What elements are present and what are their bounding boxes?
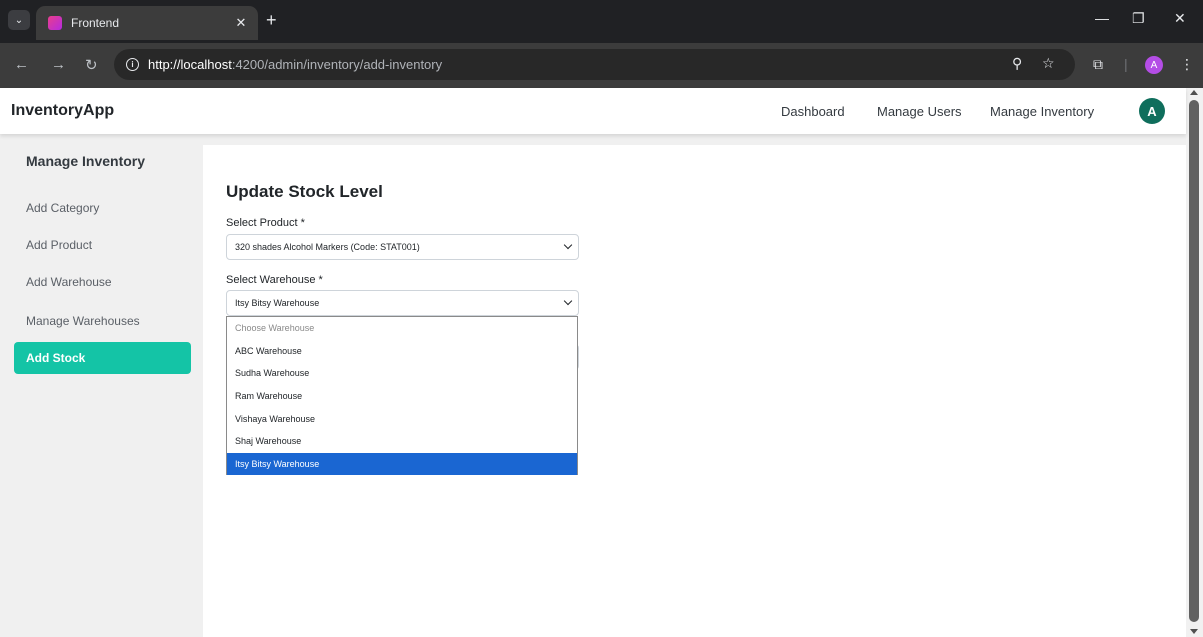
warehouse-option[interactable]: Ram Warehouse: [227, 385, 577, 408]
new-tab-icon[interactable]: +: [266, 11, 277, 29]
sidebar-title: Manage Inventory: [26, 153, 146, 169]
page-scrollbar[interactable]: [1186, 88, 1203, 637]
toolbar-divider: |: [1124, 56, 1128, 72]
tab-close-icon[interactable]: ✕: [232, 15, 250, 31]
extensions-icon[interactable]: ⧉: [1093, 56, 1103, 73]
sidebar-item-manage-warehouses[interactable]: Manage Warehouses: [14, 305, 191, 337]
minimize-icon[interactable]: —: [1095, 10, 1109, 26]
nav-dashboard[interactable]: Dashboard: [781, 104, 845, 119]
page-title: Update Stock Level: [226, 182, 383, 201]
scroll-thumb[interactable]: [1189, 100, 1199, 622]
content-top-band: [203, 134, 1186, 145]
warehouse-select[interactable]: Itsy Bitsy Warehouse: [226, 290, 579, 316]
scroll-up-arrow-icon[interactable]: [1190, 90, 1198, 95]
browser-menu-icon[interactable]: ⋮: [1180, 56, 1194, 73]
warehouse-option[interactable]: Vishaya Warehouse: [227, 407, 577, 430]
tab-title: Frontend: [71, 16, 120, 30]
sidebar-item-add-stock[interactable]: Add Stock: [14, 342, 191, 374]
bookmark-star-icon[interactable]: ☆: [1042, 55, 1055, 72]
browser-profile-avatar[interactable]: A: [1145, 56, 1163, 74]
nav-manage-inventory[interactable]: Manage Inventory: [990, 104, 1094, 119]
scroll-down-arrow-icon[interactable]: [1190, 629, 1198, 634]
product-select-value: 320 shades Alcohol Markers (Code: STAT00…: [235, 242, 420, 252]
app-header: InventoryApp Dashboard Manage Users Mana…: [0, 88, 1186, 134]
tab-search-button[interactable]: ⌄: [8, 10, 30, 30]
nav-manage-users[interactable]: Manage Users: [877, 104, 962, 119]
product-select[interactable]: 320 shades Alcohol Markers (Code: STAT00…: [226, 234, 579, 260]
chevron-down-icon: [563, 240, 573, 250]
site-info-icon[interactable]: i: [126, 58, 139, 71]
warehouse-option[interactable]: Choose Warehouse: [227, 317, 577, 340]
product-label: Select Product *: [226, 217, 305, 229]
sidebar-item-add-warehouse[interactable]: Add Warehouse: [14, 266, 191, 298]
chevron-down-icon: [563, 296, 573, 306]
address-bar[interactable]: i http://localhost:4200/admin/inventory/…: [114, 49, 1075, 80]
warehouse-dropdown-list: Choose Warehouse ABC Warehouse Sudha War…: [226, 316, 578, 476]
browser-toolbar: ← → ↻ i http://localhost:4200/admin/inve…: [0, 43, 1203, 88]
warehouse-option[interactable]: ABC Warehouse: [227, 340, 577, 363]
warehouse-option[interactable]: Sudha Warehouse: [227, 362, 577, 385]
sidebar-item-add-category[interactable]: Add Category: [14, 192, 191, 224]
sidebar: Manage Inventory Add Category Add Produc…: [0, 134, 203, 637]
app-brand[interactable]: InventoryApp: [11, 102, 114, 120]
forward-icon[interactable]: →: [51, 56, 66, 73]
zoom-icon[interactable]: ⚲: [1012, 55, 1022, 72]
angular-favicon-icon: [48, 16, 62, 30]
warehouse-option[interactable]: Shaj Warehouse: [227, 430, 577, 453]
browser-tab-strip: ⌄ Frontend ✕ + — ❐ ✕: [0, 0, 1203, 43]
warehouse-option-selected[interactable]: Itsy Bitsy Warehouse: [227, 452, 577, 476]
restore-icon[interactable]: ❐: [1132, 10, 1145, 27]
sidebar-item-add-product[interactable]: Add Product: [14, 229, 191, 261]
browser-tab[interactable]: Frontend ✕: [36, 6, 258, 40]
url-text: http://localhost:4200/admin/inventory/ad…: [148, 57, 443, 72]
warehouse-select-value: Itsy Bitsy Warehouse: [235, 298, 320, 308]
back-icon[interactable]: ←: [14, 56, 29, 73]
warehouse-label: Select Warehouse *: [226, 274, 323, 286]
reload-icon[interactable]: ↻: [85, 56, 98, 74]
close-window-icon[interactable]: ✕: [1174, 10, 1186, 27]
user-avatar[interactable]: A: [1139, 98, 1165, 124]
